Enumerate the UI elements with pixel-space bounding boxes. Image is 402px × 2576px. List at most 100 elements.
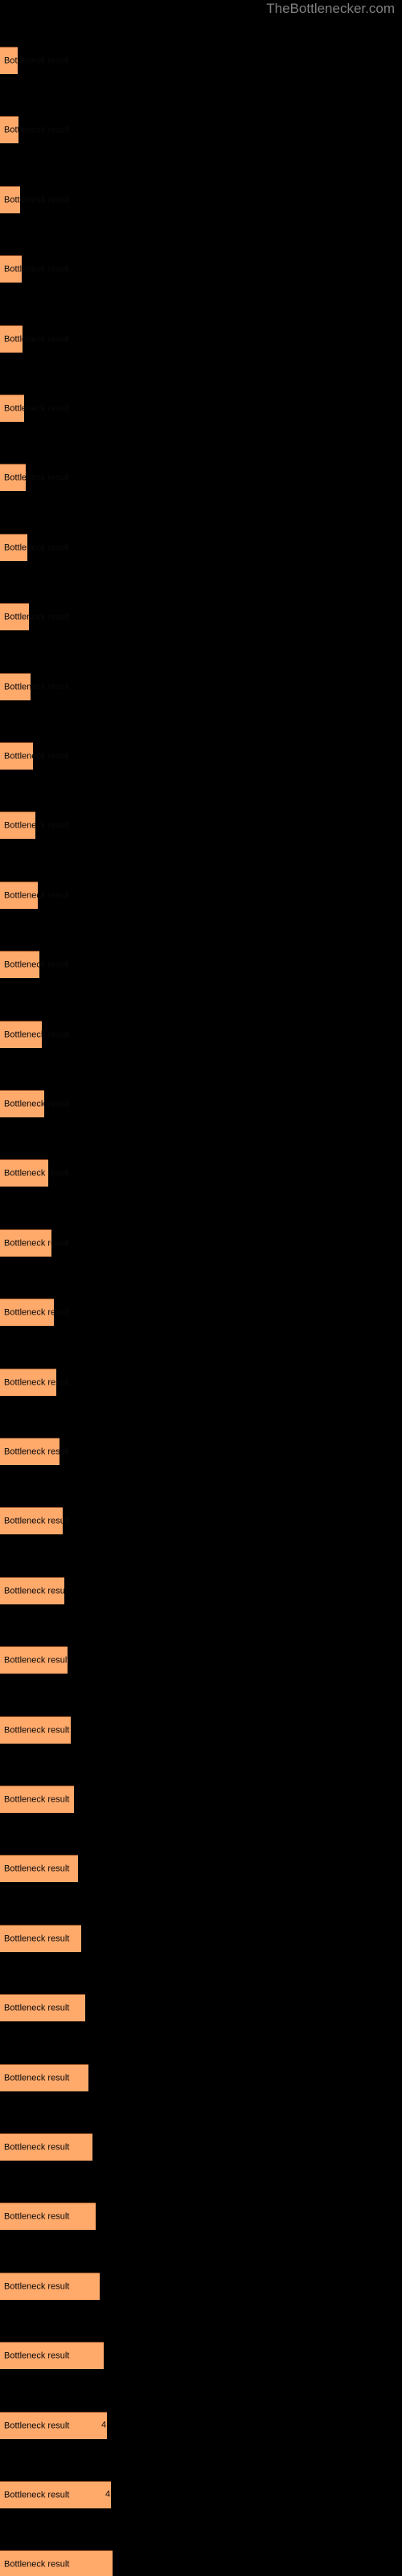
bar-row[interactable]: Bottleneck result	[0, 2550, 402, 2576]
bar[interactable]: Bottleneck result	[0, 1646, 70, 1674]
bar-row[interactable]: Bottleneck result	[0, 534, 402, 561]
bar[interactable]: Bottleneck result	[0, 2133, 92, 2161]
bar-clip: Bottleneck result	[0, 186, 402, 213]
bar[interactable]: Bottleneck result	[0, 742, 69, 770]
bar[interactable]: Bottleneck result	[0, 1785, 74, 1813]
bar-clip: Bottleneck result	[0, 1159, 402, 1187]
bar[interactable]: Bottleneck result	[0, 881, 69, 909]
bar-row[interactable]: Bottleneck result	[0, 2064, 402, 2091]
bar[interactable]: Bottleneck result	[0, 1229, 69, 1257]
bar-row[interactable]: Bottleneck result	[0, 47, 402, 74]
bar-row[interactable]: Bottleneck result	[0, 1507, 402, 1534]
bar-label: Bottleneck result	[4, 612, 70, 621]
bar[interactable]: Bottleneck result	[0, 2342, 104, 2369]
bar-label: Bottleneck result	[4, 56, 70, 65]
bar-row[interactable]: Bottleneck result	[0, 1785, 402, 1813]
bar-row[interactable]: Bottleneck result	[0, 811, 402, 839]
bar-row[interactable]: Bottleneck result	[0, 2342, 402, 2369]
bar-clip: Bottleneck result	[0, 603, 402, 630]
bar[interactable]: Bottleneck result	[0, 116, 69, 143]
bar-label: Bottleneck result	[4, 1586, 70, 1596]
bar[interactable]: Bottleneck result	[0, 1507, 69, 1534]
bar[interactable]: Bottleneck result	[0, 1716, 71, 1744]
bar[interactable]: Bottleneck result	[0, 1021, 69, 1048]
bar[interactable]: Bottleneck result	[0, 1994, 85, 2021]
bar-row[interactable]: Bottleneck result	[0, 1368, 402, 1396]
bar[interactable]: Bottleneck result	[0, 603, 69, 630]
bar[interactable]: Bottleneck result	[0, 2481, 111, 2508]
bar-row[interactable]: Bottleneck result	[0, 1994, 402, 2021]
bar-row[interactable]: Bottleneck result	[0, 1855, 402, 1882]
bar-clip: Bottleneck result	[0, 464, 402, 491]
bar-row[interactable]: Bottleneck result	[0, 325, 402, 353]
bar-row[interactable]: Bottleneck result	[0, 1646, 402, 1674]
bar[interactable]: Bottleneck result	[0, 1925, 81, 1952]
bar[interactable]: Bottleneck result	[0, 2412, 107, 2439]
bar[interactable]: Bottleneck result	[0, 325, 69, 353]
bar[interactable]: Bottleneck result	[0, 1438, 69, 1465]
bar-row[interactable]: Bottleneck result	[0, 394, 402, 422]
bar-row[interactable]: Bottleneck result	[0, 1925, 402, 1952]
bar-row[interactable]: Bottleneck result	[0, 1021, 402, 1048]
bar[interactable]: Bottleneck result	[0, 464, 69, 491]
bar-row[interactable]: Bottleneck result	[0, 186, 402, 213]
bar-row[interactable]: Bottleneck result	[0, 1438, 402, 1465]
bar-label: Bottleneck result	[4, 1655, 70, 1665]
bar-label: Bottleneck result	[4, 2559, 70, 2569]
bar-row[interactable]: Bottleneck result	[0, 464, 402, 491]
bar-row[interactable]: Bottleneck result 4	[0, 2481, 402, 2508]
bar-row[interactable]: Bottleneck result	[0, 1716, 402, 1744]
bar[interactable]: Bottleneck result	[0, 2202, 96, 2230]
bar-label: Bottleneck result	[4, 1794, 70, 1804]
bar[interactable]: Bottleneck result	[0, 2064, 88, 2091]
bar-row[interactable]: Bottleneck result	[0, 1159, 402, 1187]
bar-clip: Bottleneck result	[0, 116, 402, 143]
bar-label: Bottleneck result	[4, 334, 70, 344]
bar[interactable]: Bottleneck result	[0, 2273, 100, 2300]
bar[interactable]: Bottleneck result	[0, 951, 69, 978]
bar-label: Bottleneck result	[4, 1377, 70, 1387]
bar-label: Bottleneck result	[4, 960, 70, 969]
bar-row[interactable]: Bottleneck result	[0, 1577, 402, 1604]
bar-label: Bottleneck result	[4, 2421, 70, 2430]
bar-label: Bottleneck result	[4, 1099, 70, 1108]
bar-row[interactable]: Bottleneck result	[0, 673, 402, 700]
bar-clip: Bottleneck result	[0, 1021, 402, 1048]
bar[interactable]: Bottleneck result	[0, 673, 69, 700]
bar-row[interactable]: Bottleneck result 4	[0, 2412, 402, 2439]
bar[interactable]: Bottleneck result	[0, 811, 69, 839]
bar-label: Bottleneck result	[4, 1864, 70, 1873]
bar-row[interactable]: Bottleneck result	[0, 742, 402, 770]
bar[interactable]: Bottleneck result	[0, 1090, 69, 1117]
bar[interactable]: Bottleneck result	[0, 47, 69, 74]
bar-row[interactable]: Bottleneck result	[0, 603, 402, 630]
bar[interactable]: Bottleneck result	[0, 534, 69, 561]
bar-label: Bottleneck result	[4, 1307, 70, 1317]
bar-row[interactable]: Bottleneck result	[0, 1229, 402, 1257]
bar-label: Bottleneck result	[4, 125, 70, 134]
bar[interactable]: Bottleneck result	[0, 1855, 78, 1882]
bar-row[interactable]: Bottleneck result	[0, 2273, 402, 2300]
bar-clip: Bottleneck result	[0, 742, 402, 770]
bar-row[interactable]: Bottleneck result	[0, 2202, 402, 2230]
bar[interactable]: Bottleneck result	[0, 1368, 69, 1396]
bar[interactable]: Bottleneck result	[0, 1577, 69, 1604]
bar[interactable]: Bottleneck result	[0, 1159, 69, 1187]
bar[interactable]: Bottleneck result	[0, 1298, 69, 1326]
bar[interactable]: Bottleneck result	[0, 255, 69, 283]
bar-row[interactable]: Bottleneck result	[0, 951, 402, 978]
bar-clip: Bottleneck result	[0, 1298, 402, 1326]
bar-row[interactable]: Bottleneck result	[0, 116, 402, 143]
bar-row[interactable]: Bottleneck result	[0, 1090, 402, 1117]
bar-row[interactable]: Bottleneck result	[0, 2133, 402, 2161]
bar-clip: Bottleneck result	[0, 2550, 402, 2576]
bar[interactable]: Bottleneck result	[0, 186, 69, 213]
bar-label: Bottleneck result	[4, 195, 70, 204]
bar-row[interactable]: Bottleneck result	[0, 881, 402, 909]
bar-label: Bottleneck result	[4, 751, 70, 761]
bar[interactable]: Bottleneck result	[0, 2550, 113, 2576]
bar-label: Bottleneck result	[4, 1516, 70, 1525]
bar-row[interactable]: Bottleneck result	[0, 255, 402, 283]
bar-row[interactable]: Bottleneck result	[0, 1298, 402, 1326]
bar[interactable]: Bottleneck result	[0, 394, 69, 422]
